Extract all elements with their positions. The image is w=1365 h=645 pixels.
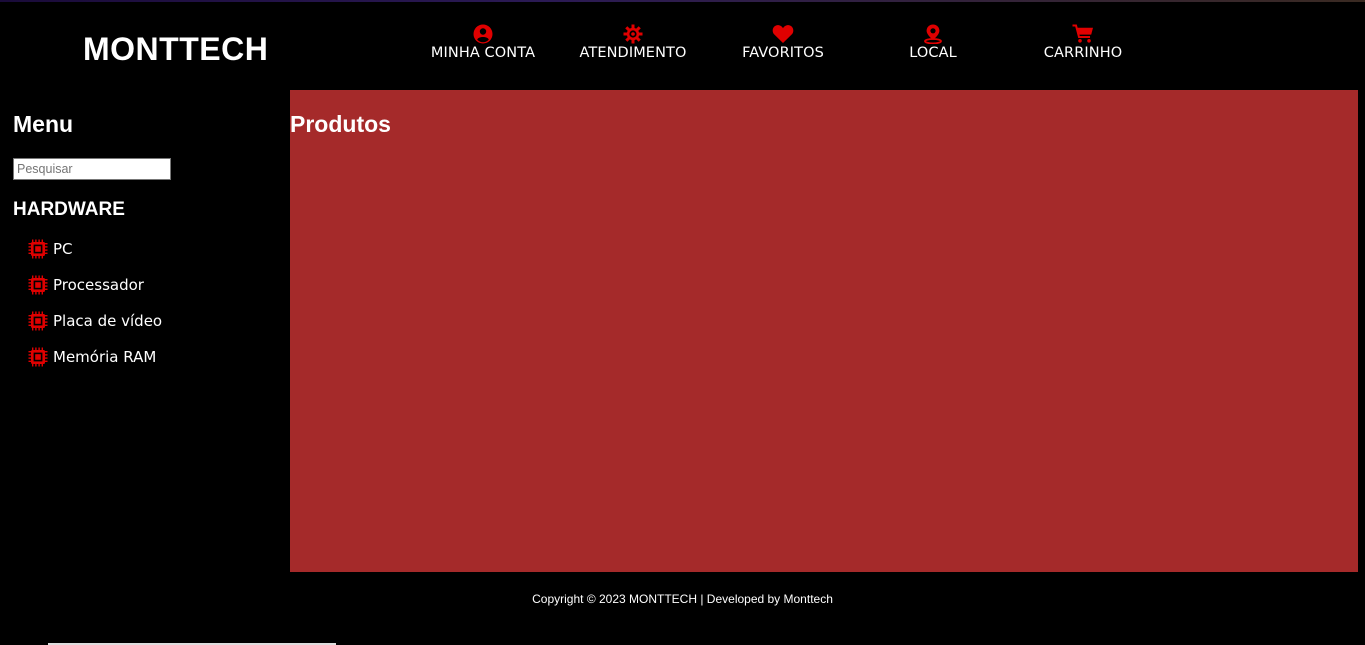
category-list: PC Processador Placa de vídeo Memória RA… <box>28 238 162 382</box>
sidebar-title: Menu <box>13 111 74 137</box>
sidebar-item-memoria-ram[interactable]: Memória RAM <box>28 346 162 382</box>
heart-icon <box>772 25 794 43</box>
search-input[interactable] <box>13 158 171 180</box>
sidebar-item-label: Memória RAM <box>53 348 157 366</box>
chip-icon <box>28 311 48 331</box>
location-pin-icon <box>924 24 942 44</box>
nav-local-label: LOCAL <box>909 45 957 61</box>
site-logo[interactable]: MONTTECH <box>83 31 268 67</box>
site-footer: Copyright © 2023 MONTTECH | Developed by… <box>0 572 1365 645</box>
user-circle-icon <box>473 24 493 44</box>
nav-favoritos[interactable]: FAVORITOS <box>708 22 858 61</box>
sidebar-item-pc[interactable]: PC <box>28 238 162 274</box>
site-header: MONTTECH MINHA CONTA ATENDIMENTO FAVORIT… <box>0 2 1365 90</box>
shopping-cart-icon <box>1072 24 1093 43</box>
nav-carrinho-label: CARRINHO <box>1043 45 1123 61</box>
sidebar-item-label: PC <box>53 240 73 258</box>
hardware-section-title: HARDWARE <box>13 199 125 220</box>
nav-local[interactable]: LOCAL <box>858 22 1008 61</box>
gear-icon <box>623 24 643 44</box>
nav-minha-conta-label: MINHA CONTA <box>430 45 536 61</box>
sidebar-item-label: Processador <box>53 276 144 294</box>
nav-atendimento-label: ATENDIMENTO <box>579 45 687 61</box>
sidebar-item-processador[interactable]: Processador <box>28 274 162 310</box>
sidebar: Menu HARDWARE PC <box>0 90 290 572</box>
chip-icon <box>28 239 48 259</box>
sidebar-item-label: Placa de vídeo <box>53 312 163 330</box>
nav-minha-conta[interactable]: MINHA CONTA <box>408 22 558 61</box>
top-nav: MINHA CONTA ATENDIMENTO FAVORITOS LOCAL … <box>408 22 1158 72</box>
products-panel: Produtos <box>290 90 1358 572</box>
nav-atendimento[interactable]: ATENDIMENTO <box>558 22 708 61</box>
nav-carrinho[interactable]: CARRINHO <box>1008 22 1158 61</box>
nav-favoritos-label: FAVORITOS <box>742 45 824 61</box>
page-title: Produtos <box>290 111 391 137</box>
chip-icon <box>28 347 48 367</box>
copyright-text: Copyright © 2023 MONTTECH | Developed by… <box>532 592 833 606</box>
sidebar-item-placa-de-video[interactable]: Placa de vídeo <box>28 310 162 346</box>
chip-icon <box>28 275 48 295</box>
